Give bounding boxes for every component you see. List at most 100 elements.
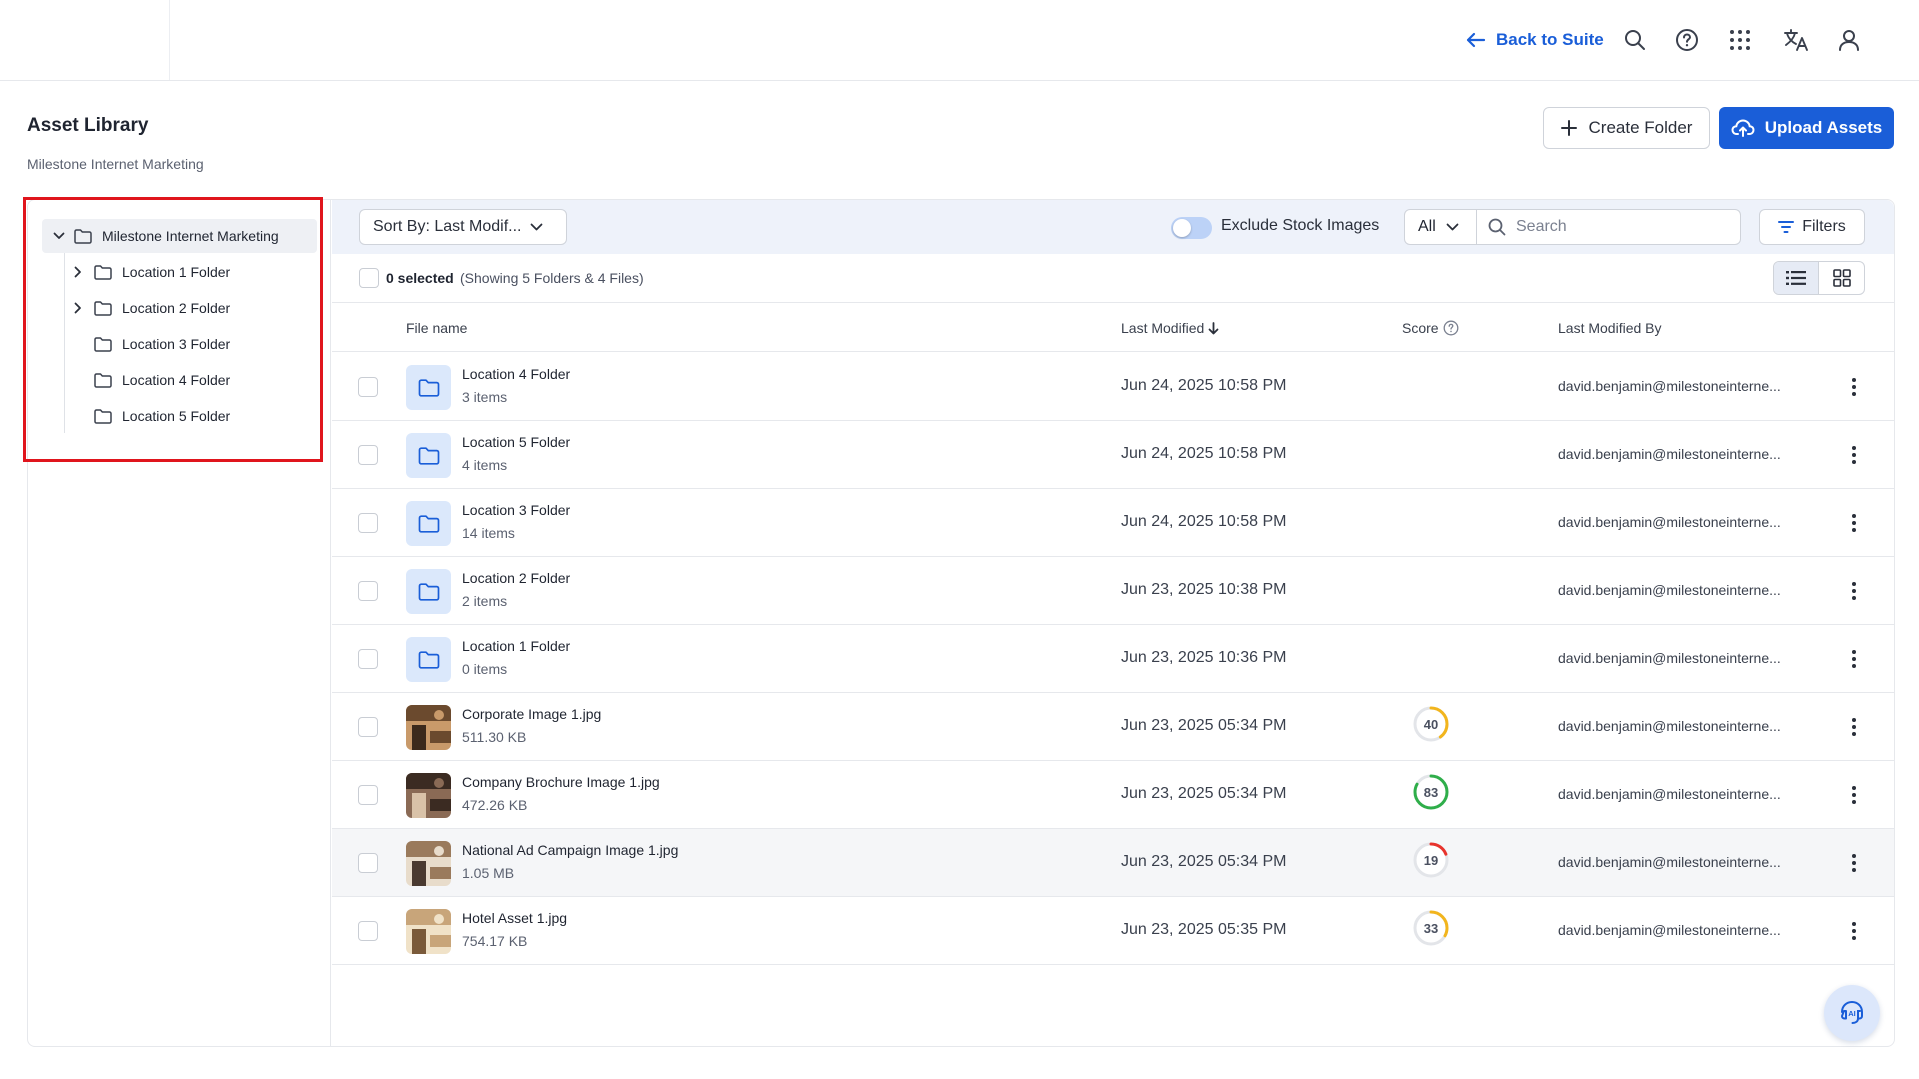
cloud-upload-icon bbox=[1731, 118, 1755, 138]
select-all-checkbox[interactable] bbox=[359, 268, 379, 288]
chevron-down-icon bbox=[1446, 223, 1459, 231]
file-meta: 511.30 KB bbox=[462, 729, 527, 745]
row-checkbox[interactable] bbox=[358, 785, 378, 805]
table-row[interactable]: Location 2 Folder 2 items Jun 23, 2025 10:… bbox=[332, 557, 1894, 625]
col-last-modified-by[interactable]: Last Modified By bbox=[1558, 320, 1662, 336]
more-options-icon[interactable] bbox=[1844, 712, 1864, 742]
score-value: 33 bbox=[1423, 920, 1439, 936]
arrow-left-icon bbox=[1466, 32, 1486, 48]
table-row[interactable]: Location 5 Folder 4 items Jun 24, 2025 10:… bbox=[332, 421, 1894, 489]
sort-label: Sort By: Last Modif... bbox=[373, 218, 522, 235]
row-checkbox[interactable] bbox=[358, 853, 378, 873]
score-value: 40 bbox=[1423, 716, 1439, 732]
search-icon[interactable] bbox=[1621, 26, 1649, 54]
col-score[interactable]: Score bbox=[1402, 320, 1459, 336]
row-checkbox[interactable] bbox=[358, 377, 378, 397]
row-checkbox[interactable] bbox=[358, 513, 378, 533]
list-icon bbox=[1786, 270, 1806, 286]
score-value: 83 bbox=[1423, 784, 1439, 800]
top-bar: Back to Suite bbox=[0, 0, 1919, 81]
grid-view-button[interactable] bbox=[1819, 262, 1864, 294]
svg-text:AI: AI bbox=[1848, 1009, 1856, 1018]
last-modified-date: Jun 23, 2025 05:35 PM bbox=[1121, 921, 1287, 938]
file-name[interactable]: Location 4 Folder bbox=[462, 366, 570, 382]
last-modified-by: david.benjamin@milestoneinterne... bbox=[1558, 650, 1781, 666]
help-circle-icon[interactable] bbox=[1443, 320, 1459, 336]
toggle-knob bbox=[1173, 219, 1191, 237]
apps-grid-icon[interactable] bbox=[1726, 26, 1754, 54]
type-filter-select[interactable]: All bbox=[1404, 209, 1477, 245]
translate-icon[interactable] bbox=[1782, 26, 1810, 54]
file-name[interactable]: National Ad Campaign Image 1.jpg bbox=[462, 842, 678, 858]
table-row[interactable]: Location 4 Folder 3 items Jun 24, 2025 10:… bbox=[332, 353, 1894, 421]
row-checkbox[interactable] bbox=[358, 649, 378, 669]
file-name[interactable]: Company Brochure Image 1.jpg bbox=[462, 774, 660, 790]
image-thumbnail[interactable] bbox=[406, 841, 451, 886]
table-row[interactable]: Location 1 Folder 0 items Jun 23, 2025 10:… bbox=[332, 625, 1894, 693]
last-modified-by: david.benjamin@milestoneinterne... bbox=[1558, 718, 1781, 734]
row-checkbox[interactable] bbox=[358, 717, 378, 737]
more-options-icon[interactable] bbox=[1844, 440, 1864, 470]
exclude-stock-toggle[interactable] bbox=[1171, 217, 1212, 239]
upload-assets-button[interactable]: Upload Assets bbox=[1719, 107, 1894, 149]
file-name[interactable]: Location 1 Folder bbox=[462, 638, 570, 654]
file-name[interactable]: Hotel Asset 1.jpg bbox=[462, 910, 567, 926]
col-file-name[interactable]: File name bbox=[406, 320, 467, 336]
help-icon[interactable] bbox=[1673, 26, 1701, 54]
image-thumbnail[interactable] bbox=[406, 909, 451, 954]
folder-icon bbox=[418, 514, 440, 533]
exclude-stock-label: Exclude Stock Images bbox=[1221, 217, 1380, 234]
file-name[interactable]: Location 5 Folder bbox=[462, 434, 570, 450]
more-options-icon[interactable] bbox=[1844, 916, 1864, 946]
create-folder-button[interactable]: Create Folder bbox=[1543, 107, 1710, 149]
last-modified-date: Jun 23, 2025 05:34 PM bbox=[1121, 717, 1287, 734]
filters-button[interactable]: Filters bbox=[1759, 209, 1865, 245]
table-row[interactable]: Company Brochure Image 1.jpg 472.26 KB Jun… bbox=[332, 761, 1894, 829]
filter-lines-icon bbox=[1778, 220, 1795, 234]
file-meta: 3 items bbox=[462, 389, 508, 405]
row-checkbox[interactable] bbox=[358, 445, 378, 465]
file-name[interactable]: Location 2 Folder bbox=[462, 570, 570, 586]
user-icon[interactable] bbox=[1835, 26, 1863, 54]
image-thumbnail[interactable] bbox=[406, 773, 451, 818]
col-file-name-label: File name bbox=[406, 320, 468, 336]
more-options-icon[interactable] bbox=[1844, 848, 1864, 878]
file-name[interactable]: Location 3 Folder bbox=[462, 502, 570, 518]
table-row[interactable]: Hotel Asset 1.jpg 754.17 KB Jun 23, 2025 0… bbox=[332, 897, 1894, 965]
col-last-modified[interactable]: Last Modified bbox=[1121, 320, 1219, 336]
score-badge: 33 bbox=[1412, 909, 1450, 947]
chevron-down-icon bbox=[530, 223, 543, 231]
list-view-button[interactable] bbox=[1774, 262, 1820, 294]
score-badge: 83 bbox=[1412, 773, 1450, 811]
more-options-icon[interactable] bbox=[1844, 780, 1864, 810]
last-modified-date: Jun 23, 2025 10:38 PM bbox=[1121, 581, 1287, 598]
last-modified-by: david.benjamin@milestoneinterne... bbox=[1558, 786, 1781, 802]
file-name[interactable]: Corporate Image 1.jpg bbox=[462, 706, 601, 722]
showing-info: (Showing 5 Folders & 4 Files) bbox=[460, 270, 644, 286]
logo-divider bbox=[169, 0, 170, 80]
filters-label: Filters bbox=[1802, 218, 1846, 235]
table-row[interactable]: Corporate Image 1.jpg 511.30 KB Jun 23, 20… bbox=[332, 693, 1894, 761]
last-modified-date: Jun 24, 2025 10:58 PM bbox=[1121, 377, 1287, 394]
ai-chat-icon: AI bbox=[1837, 999, 1867, 1027]
file-meta: 472.26 KB bbox=[462, 797, 528, 813]
table-row[interactable]: National Ad Campaign Image 1.jpg 1.05 MB J… bbox=[332, 829, 1894, 897]
upload-assets-label: Upload Assets bbox=[1764, 118, 1883, 137]
more-options-icon[interactable] bbox=[1844, 576, 1864, 606]
file-meta: 754.17 KB bbox=[462, 933, 528, 949]
sort-dropdown[interactable]: Sort By: Last Modif... bbox=[359, 209, 567, 245]
search-input[interactable] bbox=[1516, 218, 1726, 236]
last-modified-by: david.benjamin@milestoneinterne... bbox=[1558, 514, 1781, 530]
more-options-icon[interactable] bbox=[1844, 644, 1864, 674]
table-row[interactable]: Location 3 Folder 14 items Jun 24, 2025 10… bbox=[332, 489, 1894, 557]
back-to-suite-link[interactable]: Back to Suite bbox=[1466, 27, 1604, 53]
more-options-icon[interactable] bbox=[1844, 508, 1864, 538]
row-checkbox[interactable] bbox=[358, 921, 378, 941]
last-modified-date: Jun 24, 2025 10:58 PM bbox=[1121, 513, 1287, 530]
ai-assistant-button[interactable]: AI bbox=[1824, 985, 1880, 1041]
image-thumbnail[interactable] bbox=[406, 705, 451, 750]
more-options-icon[interactable] bbox=[1844, 372, 1864, 402]
type-filter-value: All bbox=[1418, 218, 1436, 235]
row-checkbox[interactable] bbox=[358, 581, 378, 601]
sort-arrow-down-icon bbox=[1208, 321, 1219, 335]
